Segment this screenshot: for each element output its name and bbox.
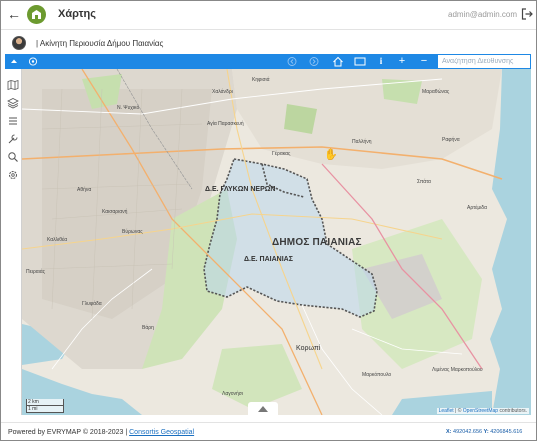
- separator: |: [36, 39, 39, 48]
- attribution-tail: contributors.: [498, 408, 527, 414]
- attribution-sep: | ©: [453, 408, 463, 414]
- user-email[interactable]: admin@admin.com: [448, 10, 517, 19]
- project-name: Ακίνητη Περιουσία Δήμου Παιανίας: [39, 39, 164, 48]
- powered-by-text: Powered by EVRYMAP © 2018-2023 |: [8, 429, 130, 436]
- project-bar: | Ακίνητη Περιουσία Δήμου Παιανίας: [0, 30, 537, 54]
- side-toolbar: [5, 69, 22, 415]
- label-athens: Αθήνα: [77, 187, 92, 193]
- layers-icon[interactable]: [7, 97, 19, 109]
- list-icon[interactable]: [7, 115, 19, 127]
- settings-icon[interactable]: [7, 169, 19, 181]
- scale-mi: 1 mi: [26, 406, 64, 413]
- project-title: | Ακίνητη Περιουσία Δήμου Παιανίας: [36, 39, 163, 48]
- label-glyfada: Γλυφάδα: [82, 301, 102, 307]
- consortis-link[interactable]: Consortis Geospatial: [129, 429, 194, 436]
- history-back-icon[interactable]: [286, 54, 298, 69]
- caret-up-icon: [258, 406, 268, 412]
- y-label: Y:: [483, 429, 489, 435]
- label-unit-glyka-nera: Δ.Ε. ΓΛΥΚΩΝ ΝΕΡΩΝ: [205, 186, 276, 193]
- back-arrow-icon[interactable]: ←: [6, 6, 22, 22]
- label-pallini: Παλλήνη: [352, 139, 372, 145]
- scale-km: 2 km: [26, 399, 64, 406]
- full-extent-icon[interactable]: [353, 54, 367, 69]
- label-spata: Σπάτα: [417, 179, 431, 185]
- label-municipality: ΔΗΜΟΣ ΠΑΙΑΝΙΑΣ: [272, 237, 362, 248]
- pan-cursor-icon: ✋: [324, 149, 338, 161]
- footer-credits: Powered by EVRYMAP © 2018-2023 | Consort…: [8, 429, 194, 436]
- scale-bar: 2 km 1 mi: [26, 399, 64, 413]
- zoom-in-button[interactable]: +: [396, 54, 408, 69]
- label-lagonisi: Λαγονήσι: [222, 391, 243, 397]
- osm-link[interactable]: OpenStreetMap: [463, 408, 498, 414]
- map-attribution: Leaflet | © OpenStreetMap contributors.: [436, 408, 529, 414]
- label-kallithea: Καλλιθέα: [47, 237, 68, 243]
- label-koropi: Κορωπί: [296, 345, 321, 352]
- label-agia-paraskevi: Αγία Παρασκευή: [207, 121, 244, 127]
- label-artemida: Αρτέμιδα: [467, 205, 487, 211]
- label-limenas-markopoulou: Λιμένας Μαρκοπούλου: [432, 367, 483, 373]
- home-icon[interactable]: [331, 54, 345, 69]
- help-icon[interactable]: [27, 54, 39, 69]
- label-chalandri: Χαλάνδρι: [212, 89, 233, 95]
- avatar[interactable]: [12, 36, 26, 50]
- history-forward-icon[interactable]: [308, 54, 320, 69]
- x-value: 492042.656: [453, 429, 483, 435]
- app-logo-icon: [27, 5, 46, 24]
- app-footer: Powered by EVRYMAP © 2018-2023 | Consort…: [0, 422, 537, 441]
- y-value: 4206845.616: [490, 429, 523, 435]
- label-peiraias: Πειραιάς: [26, 269, 46, 275]
- map-canvas[interactable]: Αθήνα Βύρωνας Καισαριανή Χαλάνδρι Αγία Π…: [22, 69, 531, 415]
- map-toolbar: i + −: [5, 54, 531, 69]
- bottom-panel-toggle[interactable]: [248, 402, 278, 415]
- logout-icon[interactable]: [521, 8, 533, 20]
- label-unit-paiania: Δ.Ε. ΠΑΙΑΝΙΑΣ: [244, 256, 293, 263]
- label-rafina: Ραφήνα: [442, 137, 460, 143]
- label-neo-psychiko: Ν. Ψυχικό: [117, 105, 140, 111]
- label-gerakas: Γέρακας: [272, 151, 291, 157]
- label-marathonas: Μαραθώνας: [422, 89, 450, 95]
- zoom-out-button[interactable]: −: [418, 54, 430, 69]
- label-markopoulo: Μαρκόπουλο: [362, 372, 392, 378]
- info-icon[interactable]: i: [376, 54, 386, 69]
- collapse-up-icon[interactable]: [9, 54, 19, 69]
- map-icon[interactable]: [7, 79, 19, 91]
- label-vyronas: Βύρωνας: [122, 229, 143, 235]
- tools-icon[interactable]: [7, 133, 19, 145]
- label-kaisariani: Καισαριανή: [102, 209, 128, 215]
- search-icon[interactable]: [7, 151, 19, 163]
- label-vari: Βάρη: [142, 325, 154, 331]
- label-kifisia: Κηφισιά: [252, 77, 270, 83]
- app-header: ← Χάρτης admin@admin.com: [0, 0, 537, 30]
- coordinates-readout: X: 492042.656 Y: 4206845.616: [446, 429, 522, 435]
- x-label: X:: [446, 429, 452, 435]
- leaflet-link[interactable]: Leaflet: [439, 408, 454, 414]
- address-search-input[interactable]: [438, 55, 530, 68]
- page-title: Χάρτης: [58, 8, 96, 20]
